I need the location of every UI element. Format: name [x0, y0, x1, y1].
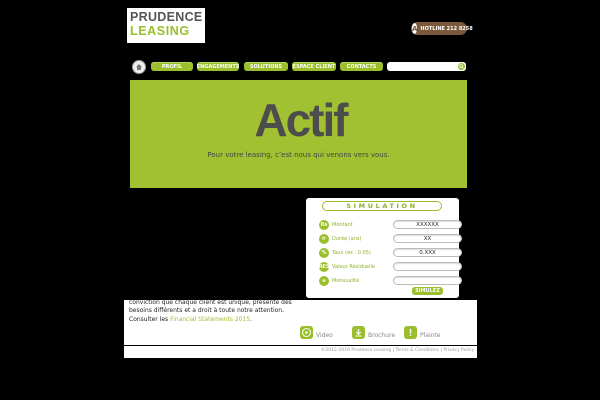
intro-text: conviction que chaque client est unique,…	[129, 299, 294, 315]
nav-contacts[interactable]: CONTACTS	[340, 62, 383, 71]
nav-espace-client[interactable]: ESPACE CLIENT	[292, 62, 336, 71]
video-action[interactable]: Video	[300, 326, 333, 339]
montant-field[interactable]: XXXXXX	[393, 220, 462, 229]
sim-row-mensualite: ≡ Mensualité	[319, 275, 359, 286]
home-button[interactable]	[132, 60, 146, 74]
percent-icon: %	[319, 247, 329, 258]
plainte-label: Plainte	[420, 332, 441, 339]
taux-field[interactable]: 0.XXX	[393, 248, 462, 257]
content-section: conviction que chaque client est unique,…	[124, 299, 477, 345]
footer-text[interactable]: ©2012-2016 Prudence Leasing | Terms & Co…	[321, 348, 474, 353]
nav-profil[interactable]: PROFIL	[151, 62, 193, 71]
currency-icon: Rs	[319, 219, 329, 230]
footer: ©2012-2016 Prudence Leasing | Terms & Co…	[124, 346, 477, 358]
sim-label-residuelle: Valeur Résiduelle	[332, 263, 375, 270]
hero-banner: Actif Pour votre leasing, c’est nous qui…	[130, 80, 467, 188]
residual-icon: RES	[318, 261, 330, 272]
consult-prefix: Consulter les	[129, 316, 171, 323]
calculator-icon: ≡	[319, 275, 329, 286]
sim-label-duree: Durée (ans)	[332, 235, 362, 242]
hotline-badge: A HOTLINE 212 8258	[411, 22, 473, 35]
search-button[interactable]	[458, 63, 465, 70]
hotline-number: HOTLINE 212 8258	[420, 25, 473, 32]
mensualite-field[interactable]	[393, 276, 462, 285]
play-icon	[300, 326, 313, 339]
nav-solutions[interactable]: SOLUTIONS	[244, 62, 288, 71]
sim-label-mensualite: Mensualité	[332, 277, 360, 284]
residuelle-field[interactable]	[393, 262, 462, 271]
hotline-logo-icon: A	[412, 23, 418, 34]
video-label: Video	[316, 332, 333, 339]
duree-field[interactable]: XX	[393, 234, 462, 243]
simulation-panel: SIMULATION Rs Montant XXXXXX ⟳ Durée (an…	[306, 198, 462, 298]
search-icon	[459, 64, 464, 69]
logo-line-leasing: LEASING	[130, 24, 190, 38]
simulation-title: SIMULATION	[322, 201, 442, 211]
banner-title: Actif	[254, 94, 348, 146]
brochure-action[interactable]: Brochure	[352, 326, 395, 339]
brochure-label: Brochure	[368, 332, 396, 339]
plainte-action[interactable]: Plainte	[404, 326, 440, 339]
simulez-button[interactable]: SIMULEZ	[412, 287, 443, 295]
sim-row-residuelle: RES Valeur Résiduelle	[319, 261, 375, 272]
sim-row-taux: % Taux (ex : 0.05)	[319, 247, 371, 258]
sim-row-duree: ⟳ Durée (ans)	[319, 233, 361, 244]
consult-line: Consulter les Financial Statements 2015.	[129, 316, 252, 323]
consult-suffix: .	[250, 316, 253, 323]
download-icon	[352, 326, 365, 339]
sim-row-montant: Rs Montant	[319, 219, 353, 230]
nav-engagements[interactable]: ENGAGEMENTS	[197, 62, 239, 71]
search-input[interactable]	[387, 62, 466, 71]
financial-statements-link[interactable]: Financial Statements 2015	[170, 316, 250, 323]
sim-label-taux: Taux (ex : 0.05)	[332, 249, 371, 256]
banner-subtitle: Pour votre leasing, c’est nous qui venon…	[207, 151, 390, 159]
clock-icon: ⟳	[319, 233, 329, 244]
home-icon	[136, 64, 142, 70]
intro-line-2: besoins différents et a droit à toute no…	[129, 307, 284, 314]
exclamation-icon	[404, 326, 417, 339]
intro-line-1: conviction que chaque client est unique,…	[129, 299, 292, 306]
company-logo[interactable]: PRUDENCE LEASING	[127, 8, 205, 43]
sim-label-montant: Montant	[332, 221, 353, 228]
logo-line-prudence: PRUDENCE	[130, 10, 203, 24]
